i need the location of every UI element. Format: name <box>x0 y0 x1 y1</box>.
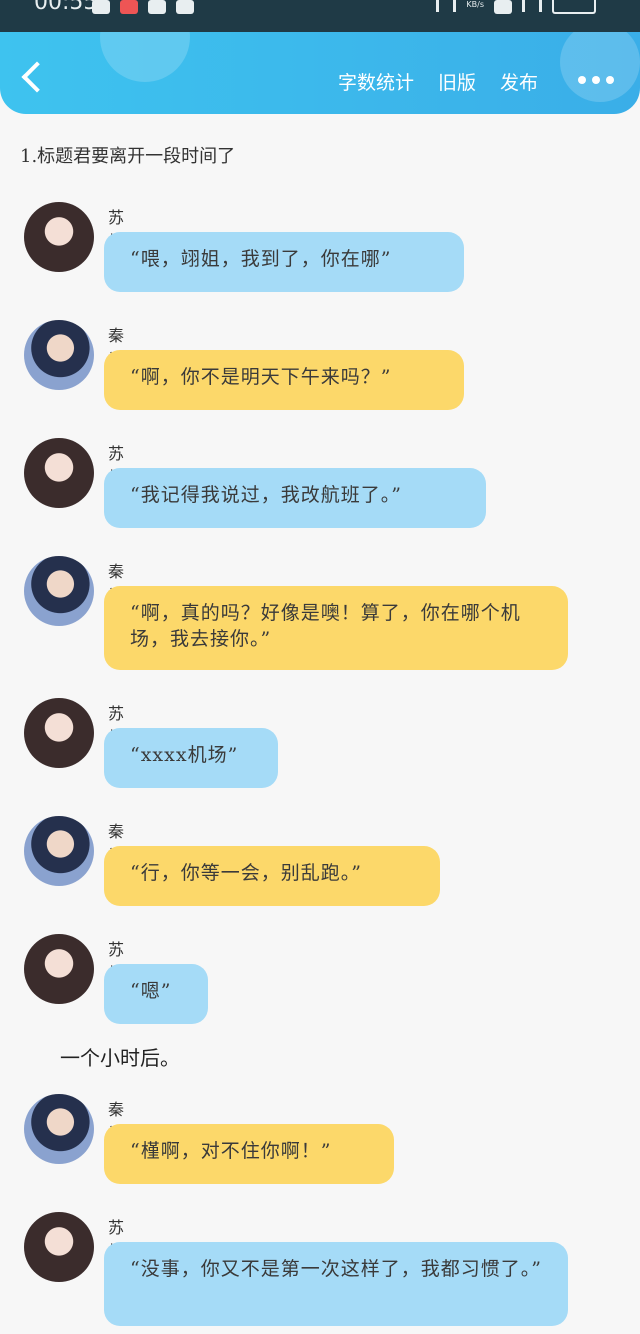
app-notification-icon <box>120 0 138 14</box>
avatar[interactable] <box>24 1094 94 1164</box>
check-icon <box>176 0 194 14</box>
avatar[interactable] <box>24 438 94 508</box>
avatar[interactable] <box>24 1212 94 1282</box>
story-title: 1.标题君要离开一段时间了 <box>20 146 236 167</box>
more-options-icon[interactable] <box>578 76 614 84</box>
signal-icon <box>436 0 457 12</box>
narration-text: 一个小时后。 <box>60 1046 180 1070</box>
close-box-icon <box>494 0 512 14</box>
net-speed: KB/s <box>466 0 484 9</box>
avatar[interactable] <box>24 556 94 626</box>
shield-icon <box>92 0 110 14</box>
wifi-icon <box>522 0 542 12</box>
avatar[interactable] <box>24 320 94 390</box>
mail-icon <box>148 0 166 14</box>
message-bubble[interactable]: “嗯” <box>104 964 208 1024</box>
back-arrow-icon[interactable] <box>21 61 53 93</box>
word-count-button[interactable]: 字数统计 <box>338 68 414 95</box>
top-nav-bar: 字数统计 旧版 发布 <box>0 32 640 114</box>
message-bubble[interactable]: “xxxx机场” <box>104 728 278 788</box>
message-bubble[interactable]: “喂，翊姐，我到了，你在哪” <box>104 232 464 292</box>
battery-icon <box>552 0 596 14</box>
message-bubble[interactable]: “行，你等一会，别乱跑。” <box>104 846 440 906</box>
avatar[interactable] <box>24 934 94 1004</box>
avatar[interactable] <box>24 816 94 886</box>
status-notification-icons <box>92 0 194 14</box>
message-bubble[interactable]: “槿啊，对不住你啊！” <box>104 1124 394 1184</box>
message-bubble[interactable]: “没事，你又不是第一次这样了，我都习惯了。” <box>104 1242 568 1326</box>
message-bubble[interactable]: “啊，真的吗？好像是噢！算了，你在哪个机场，我去接你。” <box>104 586 568 670</box>
old-version-button[interactable]: 旧版 <box>438 68 476 95</box>
publish-button[interactable]: 发布 <box>500 68 538 95</box>
message-bubble[interactable]: “我记得我说过，我改航班了。” <box>104 468 486 528</box>
avatar[interactable] <box>24 202 94 272</box>
avatar[interactable] <box>24 698 94 768</box>
message-bubble[interactable]: “啊，你不是明天下午来吗？” <box>104 350 464 410</box>
status-bar: 00:55 KB/s <box>0 0 640 32</box>
status-system-icons: KB/s <box>436 0 596 14</box>
status-time: 00:55 <box>34 0 98 15</box>
